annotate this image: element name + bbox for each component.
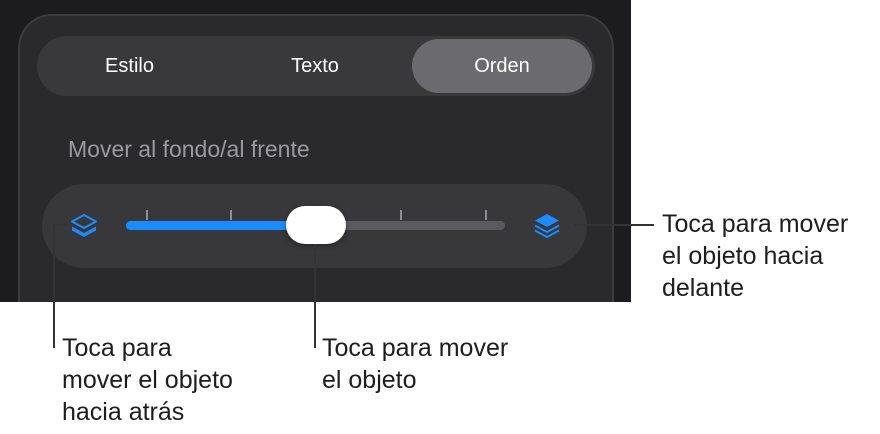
format-tabs: Estilo Texto Orden: [37, 36, 595, 96]
callout-line-back-v: [53, 224, 55, 348]
callout-line-thumb: [314, 244, 316, 348]
layers-back-svg: [71, 214, 97, 237]
callout-thumb: Toca para mover el objeto: [322, 334, 509, 394]
tab-text[interactable]: Texto: [222, 36, 408, 96]
layers-bring-forward-icon[interactable]: [528, 207, 566, 245]
slider-tick: [230, 210, 232, 220]
slider-fill: [126, 221, 312, 230]
layers-send-backward-icon[interactable]: [65, 207, 103, 245]
slider-tick: [485, 210, 487, 220]
callout-line-back-h: [53, 224, 67, 226]
callout-line-front: [574, 224, 654, 226]
slider-thumb[interactable]: [286, 206, 346, 244]
tab-arrange[interactable]: Orden: [412, 39, 592, 93]
layers-front-svg: [534, 214, 560, 238]
slider-tick: [146, 210, 148, 220]
callout-back: Toca para mover el objeto hacia atrás: [62, 334, 233, 426]
figure: Estilo Texto Orden Mover al fondo/al fre…: [0, 0, 880, 434]
tab-style[interactable]: Estilo: [37, 36, 222, 96]
section-title: Mover al fondo/al frente: [68, 136, 310, 162]
slider-tick: [400, 210, 402, 220]
callout-front: Toca para mover el objeto hacia delante: [662, 210, 849, 302]
